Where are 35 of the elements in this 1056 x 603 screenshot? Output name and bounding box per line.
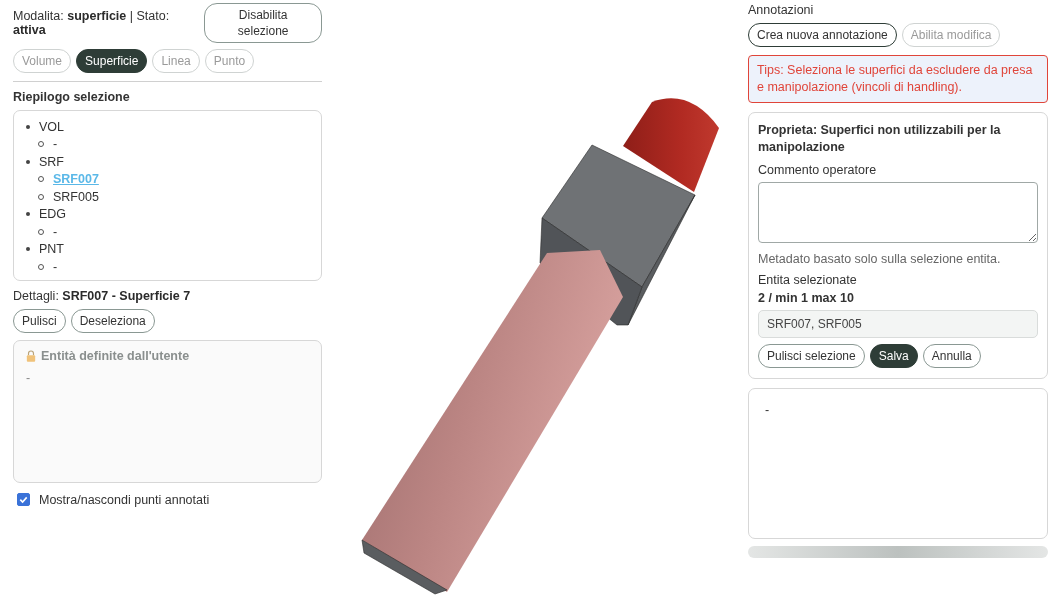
note-text: Metadato basato solo sulla selezione entita. bbox=[758, 252, 1002, 266]
group-label: EDG bbox=[39, 207, 67, 222]
disable-selection-button[interactable]: Disabilita selezione bbox=[204, 3, 322, 43]
field-label: Entita selezionate bbox=[758, 273, 858, 287]
list-content: - bbox=[765, 403, 770, 417]
checkbox[interactable] bbox=[17, 493, 30, 506]
checkbox-label: Mostra/nascondi punti annotati bbox=[39, 492, 210, 507]
scrollbar[interactable] bbox=[748, 546, 1048, 558]
group-label: SRF bbox=[39, 154, 64, 169]
entity-label: - bbox=[53, 259, 58, 274]
comment-field[interactable] bbox=[758, 182, 1038, 243]
property-title: Proprieta: Superfici non utilizzabili per la manipolazione bbox=[758, 122, 1002, 156]
mode-status: Modalita: superficie | Stato: attiva bbox=[13, 9, 171, 37]
lock-icon bbox=[26, 349, 36, 362]
annotation-button[interactable]: Crea nuova annotazione bbox=[748, 23, 897, 47]
detail-button[interactable]: Pulisci bbox=[13, 308, 66, 333]
action-button[interactable]: Pulisci selezione bbox=[758, 344, 865, 368]
group-label: VOL bbox=[39, 119, 64, 134]
action-button[interactable]: Annulla bbox=[922, 344, 981, 368]
action-button[interactable]: Salva bbox=[869, 344, 918, 368]
detail-button[interactable]: Deseleziona bbox=[70, 308, 155, 333]
entity-label: - bbox=[53, 137, 58, 152]
entity-label: SRF005 bbox=[53, 189, 99, 204]
selection-count: 2 / min 1 max 10 bbox=[758, 291, 855, 305]
selection-field[interactable]: SRF007, SRF005 bbox=[758, 310, 1038, 338]
field-label: Commento operatore bbox=[758, 163, 878, 177]
entity-label: - bbox=[53, 224, 58, 239]
details-label: Dettagli: SRF007 - Superficie 7 bbox=[13, 288, 192, 303]
section-title: Riepilogo selezione bbox=[13, 90, 131, 104]
filter-tab[interactable]: Superficie bbox=[76, 49, 148, 73]
section-title: Annotazioni bbox=[748, 3, 815, 17]
tip-message: Tips: Seleziona le superfici da escludere da presa e manipolazione (vincoli di handling). bbox=[748, 55, 1048, 103]
group-label: PNT bbox=[39, 242, 64, 257]
panel-title: Entità definite dall'utente bbox=[41, 348, 190, 363]
panel-content: - bbox=[26, 370, 32, 385]
